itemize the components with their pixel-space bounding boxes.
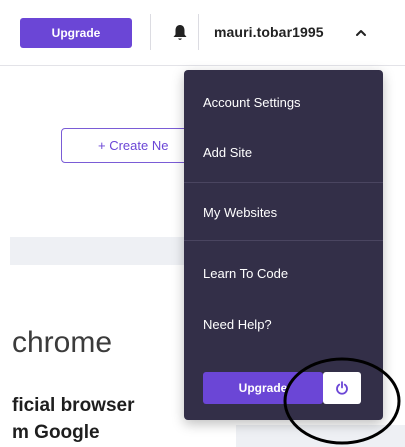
- menu-upgrade-button[interactable]: Upgrade: [203, 372, 323, 404]
- menu-item-my-websites[interactable]: My Websites: [203, 205, 277, 220]
- bell-icon[interactable]: [172, 24, 188, 42]
- headline-line-1: ficial browser: [12, 395, 135, 416]
- content-panel: [236, 425, 405, 447]
- menu-item-add-site[interactable]: Add Site: [203, 145, 252, 160]
- section-band: [10, 237, 190, 265]
- logout-button[interactable]: [323, 372, 361, 404]
- divider: [198, 14, 199, 50]
- top-bar: Upgrade mauri.tobar1995: [0, 0, 405, 66]
- upgrade-button[interactable]: Upgrade: [20, 18, 132, 48]
- app-name: chrome: [12, 326, 113, 359]
- header-border: [0, 65, 405, 66]
- headline-line-2: m Google: [12, 422, 100, 443]
- menu-item-account-settings[interactable]: Account Settings: [203, 95, 301, 110]
- username-label[interactable]: mauri.tobar1995: [214, 24, 324, 40]
- menu-divider: [184, 182, 383, 183]
- menu-divider: [184, 240, 383, 241]
- divider: [150, 14, 151, 50]
- chevron-up-icon[interactable]: [354, 26, 368, 40]
- headline: ficial browser m Google: [12, 392, 135, 446]
- menu-item-learn-to-code[interactable]: Learn To Code: [203, 266, 288, 281]
- menu-item-need-help[interactable]: Need Help?: [203, 317, 272, 332]
- create-new-button[interactable]: + Create Ne: [61, 128, 191, 163]
- power-icon: [336, 381, 348, 395]
- user-dropdown-menu: Account Settings Add Site My Websites Le…: [184, 70, 383, 420]
